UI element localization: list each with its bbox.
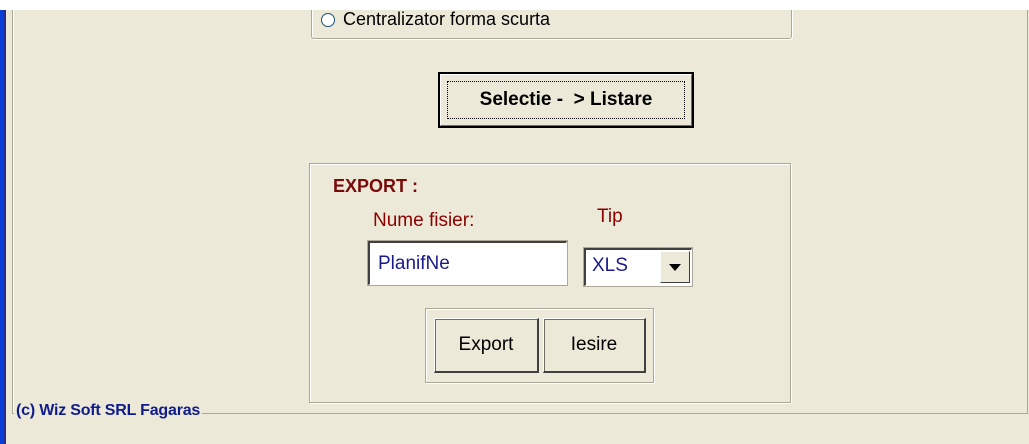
selection-list-button[interactable]: Selectie - > Listare — [438, 72, 694, 128]
window-border-left-shadow — [4, 0, 6, 444]
radio-option-short-form[interactable]: Centralizator forma scurta — [321, 10, 550, 30]
filename-input[interactable] — [368, 241, 567, 285]
exit-button[interactable]: Iesire — [543, 318, 646, 373]
main-group-frame-right-edge — [1027, 0, 1028, 413]
export-button[interactable]: Export — [434, 318, 539, 373]
export-title: EXPORT : — [333, 176, 419, 196]
type-dropdown-button[interactable] — [660, 251, 690, 283]
copyright-label: (c) Wiz Soft SRL Fagaras — [14, 402, 203, 420]
radio-button-icon[interactable] — [321, 13, 335, 27]
chevron-down-icon — [669, 263, 681, 271]
window-top-strip-overlay — [0, 0, 1029, 10]
type-dropdown[interactable]: XLS — [584, 248, 692, 286]
type-dropdown-value: XLS — [592, 255, 628, 276]
radio-option-label: Centralizator forma scurta — [343, 10, 551, 29]
filename-label: Nume fisier: — [373, 210, 475, 231]
type-label: Tip — [597, 206, 623, 227]
selection-list-button-label: Selectie - > Listare — [479, 89, 653, 110]
selection-list-button-face[interactable]: Selectie - > Listare — [440, 74, 692, 126]
focus-rectangle: Selectie - > Listare — [447, 81, 685, 119]
